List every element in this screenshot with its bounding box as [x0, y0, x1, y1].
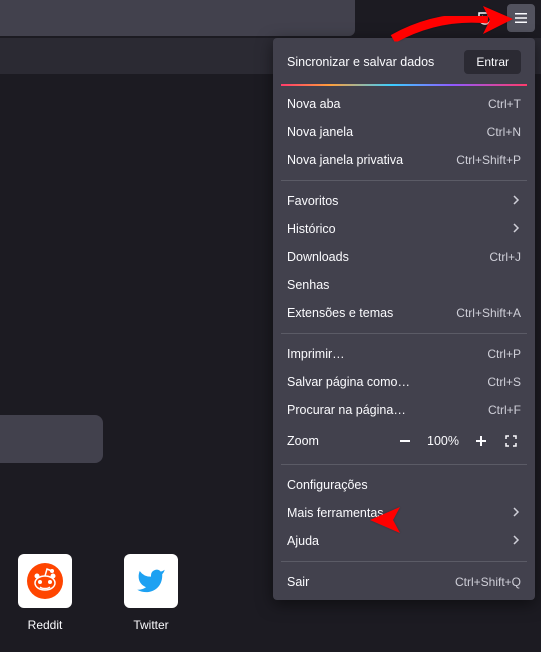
tab-bar — [0, 0, 355, 36]
zoom-label: Zoom — [287, 434, 385, 448]
menu-item-label: Senhas — [287, 278, 329, 292]
menu-item-more-tools[interactable]: Mais ferramentas — [273, 499, 535, 527]
menu-item-shortcut: Ctrl+N — [487, 125, 521, 139]
menu-item-label: Salvar página como… — [287, 375, 410, 389]
menu-item-find[interactable]: Procurar na página… Ctrl+F — [273, 396, 535, 424]
menu-item-label: Procurar na página… — [287, 403, 406, 417]
menu-section: Configurações Mais ferramentas Ajuda — [273, 467, 535, 559]
menu-item-label: Nova aba — [287, 97, 341, 111]
menu-item-help[interactable]: Ajuda — [273, 527, 535, 555]
zoom-in-button[interactable] — [471, 431, 491, 451]
menu-item-label: Mais ferramentas — [287, 506, 384, 520]
menu-section: Imprimir… Ctrl+P Salvar página como… Ctr… — [273, 336, 535, 462]
menu-divider — [281, 561, 527, 562]
menu-item-addons[interactable]: Extensões e temas Ctrl+Shift+A — [273, 299, 535, 327]
menu-item-label: Ajuda — [287, 534, 319, 548]
menu-item-shortcut: Ctrl+T — [488, 97, 521, 111]
menu-item-new-tab[interactable]: Nova aba Ctrl+T — [273, 90, 535, 118]
pocket-button[interactable] — [471, 4, 499, 32]
zoom-out-button[interactable] — [395, 431, 415, 451]
shortcuts-area: Reddit Twitter — [18, 554, 178, 632]
hamburger-menu-button[interactable] — [507, 4, 535, 32]
menu-item-private-window[interactable]: Nova janela privativa Ctrl+Shift+P — [273, 146, 535, 174]
menu-item-label: Histórico — [287, 222, 336, 236]
chevron-right-icon — [511, 222, 521, 236]
menu-item-passwords[interactable]: Senhas — [273, 271, 535, 299]
menu-item-label: Imprimir… — [287, 347, 345, 361]
shortcut-tile-reddit[interactable]: Reddit — [18, 554, 72, 632]
shortcut-label: Twitter — [133, 618, 168, 632]
menu-item-label: Sair — [287, 575, 309, 589]
menu-item-label: Extensões e temas — [287, 306, 393, 320]
reddit-icon — [18, 554, 72, 608]
menu-sync-header: Sincronizar e salvar dados Entrar — [273, 38, 535, 84]
menu-item-print[interactable]: Imprimir… Ctrl+P — [273, 340, 535, 368]
menu-item-history[interactable]: Histórico — [273, 215, 535, 243]
menu-section: Favoritos Histórico Downloads Ctrl+J Sen… — [273, 183, 535, 331]
menu-divider — [281, 333, 527, 334]
menu-section: Sair Ctrl+Shift+Q — [273, 564, 535, 600]
menu-item-shortcut: Ctrl+J — [489, 250, 521, 264]
sign-in-button[interactable]: Entrar — [464, 50, 521, 74]
menu-item-shortcut: Ctrl+F — [488, 403, 521, 417]
menu-item-zoom: Zoom 100% — [273, 424, 535, 458]
menu-divider — [281, 464, 527, 465]
shortcut-label: Reddit — [28, 618, 63, 632]
chevron-right-icon — [511, 194, 521, 208]
twitter-icon — [124, 554, 178, 608]
menu-item-shortcut: Ctrl+Shift+A — [456, 306, 521, 320]
menu-section: Nova aba Ctrl+T Nova janela Ctrl+N Nova … — [273, 86, 535, 178]
menu-item-label: Favoritos — [287, 194, 338, 208]
menu-item-label: Downloads — [287, 250, 349, 264]
menu-item-settings[interactable]: Configurações — [273, 471, 535, 499]
chevron-right-icon — [511, 506, 521, 520]
menu-item-shortcut: Ctrl+Shift+Q — [455, 575, 521, 589]
menu-item-label: Nova janela — [287, 125, 353, 139]
app-menu: Sincronizar e salvar dados Entrar Nova a… — [273, 38, 535, 600]
sync-label: Sincronizar e salvar dados — [287, 55, 434, 69]
menu-item-exit[interactable]: Sair Ctrl+Shift+Q — [273, 568, 535, 596]
menu-item-label: Configurações — [287, 478, 368, 492]
menu-item-save-page[interactable]: Salvar página como… Ctrl+S — [273, 368, 535, 396]
menu-item-shortcut: Ctrl+P — [487, 347, 521, 361]
fullscreen-button[interactable] — [501, 431, 521, 451]
menu-divider — [281, 180, 527, 181]
shortcut-tile-twitter[interactable]: Twitter — [124, 554, 178, 632]
menu-item-bookmarks[interactable]: Favoritos — [273, 187, 535, 215]
chevron-right-icon — [511, 534, 521, 548]
menu-item-label: Nova janela privativa — [287, 153, 403, 167]
zoom-value: 100% — [425, 434, 461, 448]
pocket-icon — [477, 10, 493, 26]
menu-item-new-window[interactable]: Nova janela Ctrl+N — [273, 118, 535, 146]
menu-item-shortcut: Ctrl+Shift+P — [456, 153, 521, 167]
menu-item-shortcut: Ctrl+S — [487, 375, 521, 389]
search-box-partial — [0, 415, 103, 463]
menu-icon — [513, 10, 529, 26]
menu-item-downloads[interactable]: Downloads Ctrl+J — [273, 243, 535, 271]
